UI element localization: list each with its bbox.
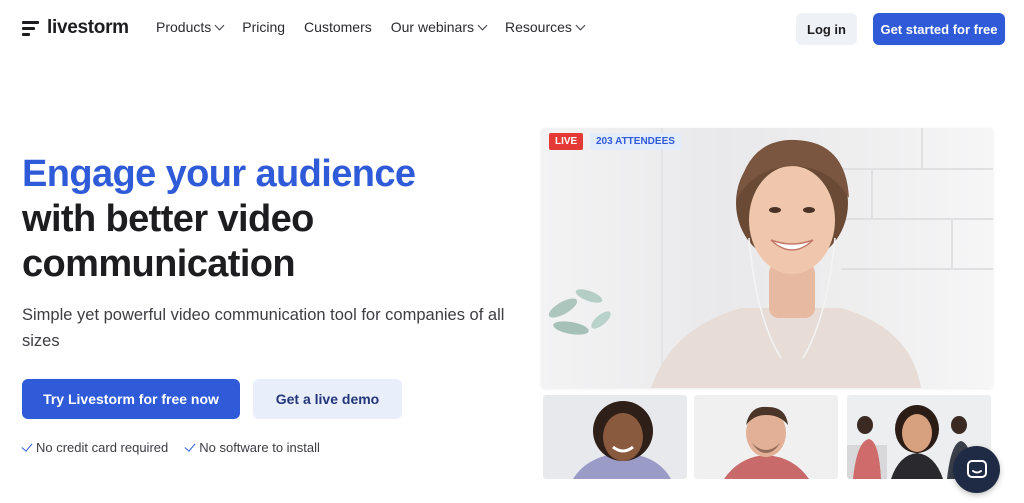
login-button[interactable]: Log in [796, 13, 857, 45]
check-icon [184, 440, 196, 452]
nav-links: Products Pricing Customers Our webinars … [156, 19, 586, 35]
logo-text: livestorm [47, 17, 129, 38]
check-item: No software to install [184, 440, 320, 455]
plant-graphic [548, 289, 611, 335]
try-free-button[interactable]: Try Livestorm for free now [22, 379, 240, 419]
check-label: No credit card required [36, 440, 169, 455]
chevron-down-icon [575, 20, 586, 30]
hero-subtitle: Simple yet powerful video communication … [22, 306, 505, 350]
nav-item-resources[interactable]: Resources [505, 19, 586, 35]
nav-item-our-webinars[interactable]: Our webinars [390, 19, 488, 35]
nav-item-label: Products [156, 19, 212, 35]
participant-thumbnail[interactable] [694, 395, 838, 479]
nav-item-label: Our webinars [390, 19, 474, 35]
headline-line-3: communication [22, 243, 296, 285]
main-video-feed [541, 128, 993, 388]
chat-widget-button[interactable] [953, 446, 1000, 493]
live-badge: LIVE [549, 133, 584, 150]
chevron-down-icon [477, 20, 488, 30]
nav-item-label: Pricing [242, 19, 286, 35]
headline-line-2: with better video [22, 198, 314, 240]
nav-item-customers[interactable]: Customers [304, 19, 372, 35]
check-icon [21, 440, 33, 452]
live-demo-button[interactable]: Get a live demo [253, 379, 402, 419]
attendees-badge: 203 ATTENDEES [590, 133, 681, 150]
nav-item-label: Resources [505, 19, 572, 35]
check-label: No software to install [199, 440, 320, 455]
nav-item-label: Customers [304, 19, 372, 35]
chat-icon [966, 459, 987, 478]
logo-mark-icon [22, 20, 39, 36]
top-navbar: livestorm Products Pricing Customers Our… [0, 0, 1024, 58]
nav-item-pricing[interactable]: Pricing [242, 19, 285, 35]
participant-thumbnail[interactable] [543, 395, 687, 479]
feature-checks: No credit card required No software to i… [21, 440, 320, 455]
presenter-video [548, 139, 921, 388]
nav-item-products[interactable]: Products [156, 19, 225, 35]
check-item: No credit card required [21, 440, 169, 455]
participant-video [724, 406, 809, 479]
chevron-down-icon [214, 20, 225, 30]
headline-highlight: Engage your audience [22, 153, 416, 195]
hero-headline: Engage your audience with better video c… [22, 152, 416, 287]
get-started-button[interactable]: Get started for free [873, 13, 1005, 45]
participant-video [573, 401, 671, 479]
logo[interactable]: livestorm [22, 17, 129, 39]
